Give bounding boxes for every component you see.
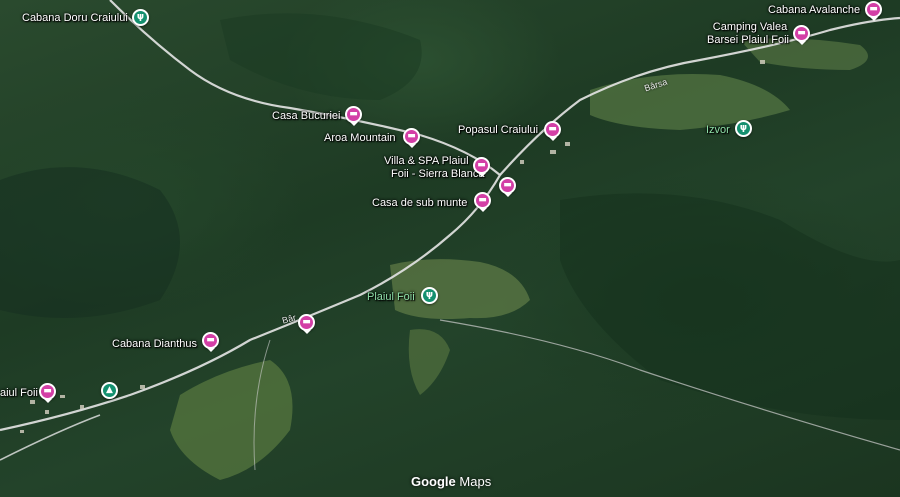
google-maps-attribution: Google Maps bbox=[411, 474, 491, 489]
place-label-casa-de-sub-munte[interactable]: Casa de sub munte bbox=[372, 197, 467, 210]
place-label-cabana-doru-craiului[interactable]: Cabana Doru Craiului bbox=[22, 12, 128, 25]
fork-knife-icon[interactable]: ψ bbox=[132, 9, 149, 26]
place-label-plaiul-foii-west[interactable]: aiul Foii bbox=[0, 387, 38, 400]
bed-icon[interactable]: ▬ bbox=[865, 1, 882, 18]
bed-icon[interactable]: ▬ bbox=[499, 177, 516, 194]
satellite-map[interactable]: Bârsa Bâr Cabana Doru Craiului ψ Cabana … bbox=[0, 0, 900, 497]
place-label-plaiul-foii[interactable]: Plaiul Foii bbox=[367, 291, 415, 304]
place-label-izvor[interactable]: Izvor bbox=[706, 124, 730, 137]
place-label-villa-spa-line2[interactable]: Foii - Sierra Blanca bbox=[391, 168, 485, 181]
place-label-camping-valea-barsei-line1[interactable]: Camping Valea bbox=[706, 21, 794, 34]
bed-icon[interactable]: ▬ bbox=[345, 106, 362, 123]
bed-icon[interactable]: ▬ bbox=[474, 192, 491, 209]
maps-product: Maps bbox=[459, 474, 492, 489]
bed-icon[interactable]: ▬ bbox=[403, 128, 420, 145]
bed-icon[interactable]: ▬ bbox=[473, 157, 490, 174]
bed-icon[interactable]: ▬ bbox=[793, 25, 810, 42]
bed-icon[interactable]: ▬ bbox=[39, 383, 56, 400]
place-label-casa-bucuriei[interactable]: Casa Bucuriei bbox=[272, 110, 340, 123]
google-brand: Google bbox=[411, 474, 456, 489]
terrain-layer bbox=[0, 0, 900, 480]
fork-knife-icon[interactable]: ψ bbox=[421, 287, 438, 304]
place-label-villa-spa-line1[interactable]: Villa & SPA Plaiul bbox=[384, 155, 469, 168]
bed-icon[interactable]: ▬ bbox=[202, 332, 219, 349]
bed-icon[interactable]: ▬ bbox=[544, 121, 561, 138]
bed-icon[interactable]: ▬ bbox=[298, 314, 315, 331]
place-label-cabana-avalanche[interactable]: Cabana Avalanche bbox=[768, 4, 860, 17]
tent-icon[interactable]: ▲ bbox=[101, 382, 118, 399]
place-label-camping-valea-barsei-line2[interactable]: Barsei Plaiul Foii bbox=[702, 34, 794, 47]
place-label-aroa-mountain[interactable]: Aroa Mountain bbox=[324, 132, 396, 145]
place-label-cabana-dianthus[interactable]: Cabana Dianthus bbox=[112, 338, 197, 351]
fork-knife-icon[interactable]: ψ bbox=[735, 120, 752, 137]
place-label-popasul-craiului[interactable]: Popasul Craiului bbox=[458, 124, 538, 137]
